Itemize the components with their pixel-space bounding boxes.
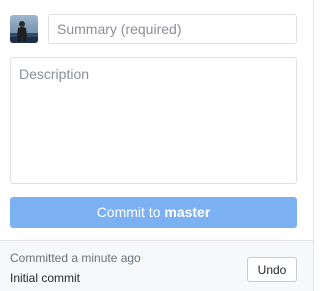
summary-input[interactable] <box>48 14 297 44</box>
avatar <box>10 15 38 43</box>
commit-branch-name: master <box>164 204 211 220</box>
last-commit-footer: Committed a minute ago Initial commit Un… <box>0 241 313 291</box>
description-input[interactable] <box>10 57 297 184</box>
commit-button[interactable]: Commit to master <box>10 197 297 228</box>
undo-button[interactable]: Undo <box>247 257 297 282</box>
commit-panel: Commit to master Committed a minute ago … <box>0 0 314 291</box>
committed-time: Committed a minute ago <box>10 251 141 265</box>
commit-button-prefix: Commit to <box>96 204 165 220</box>
last-commit-message: Initial commit <box>10 271 81 285</box>
user-avatar-icon <box>10 15 38 43</box>
